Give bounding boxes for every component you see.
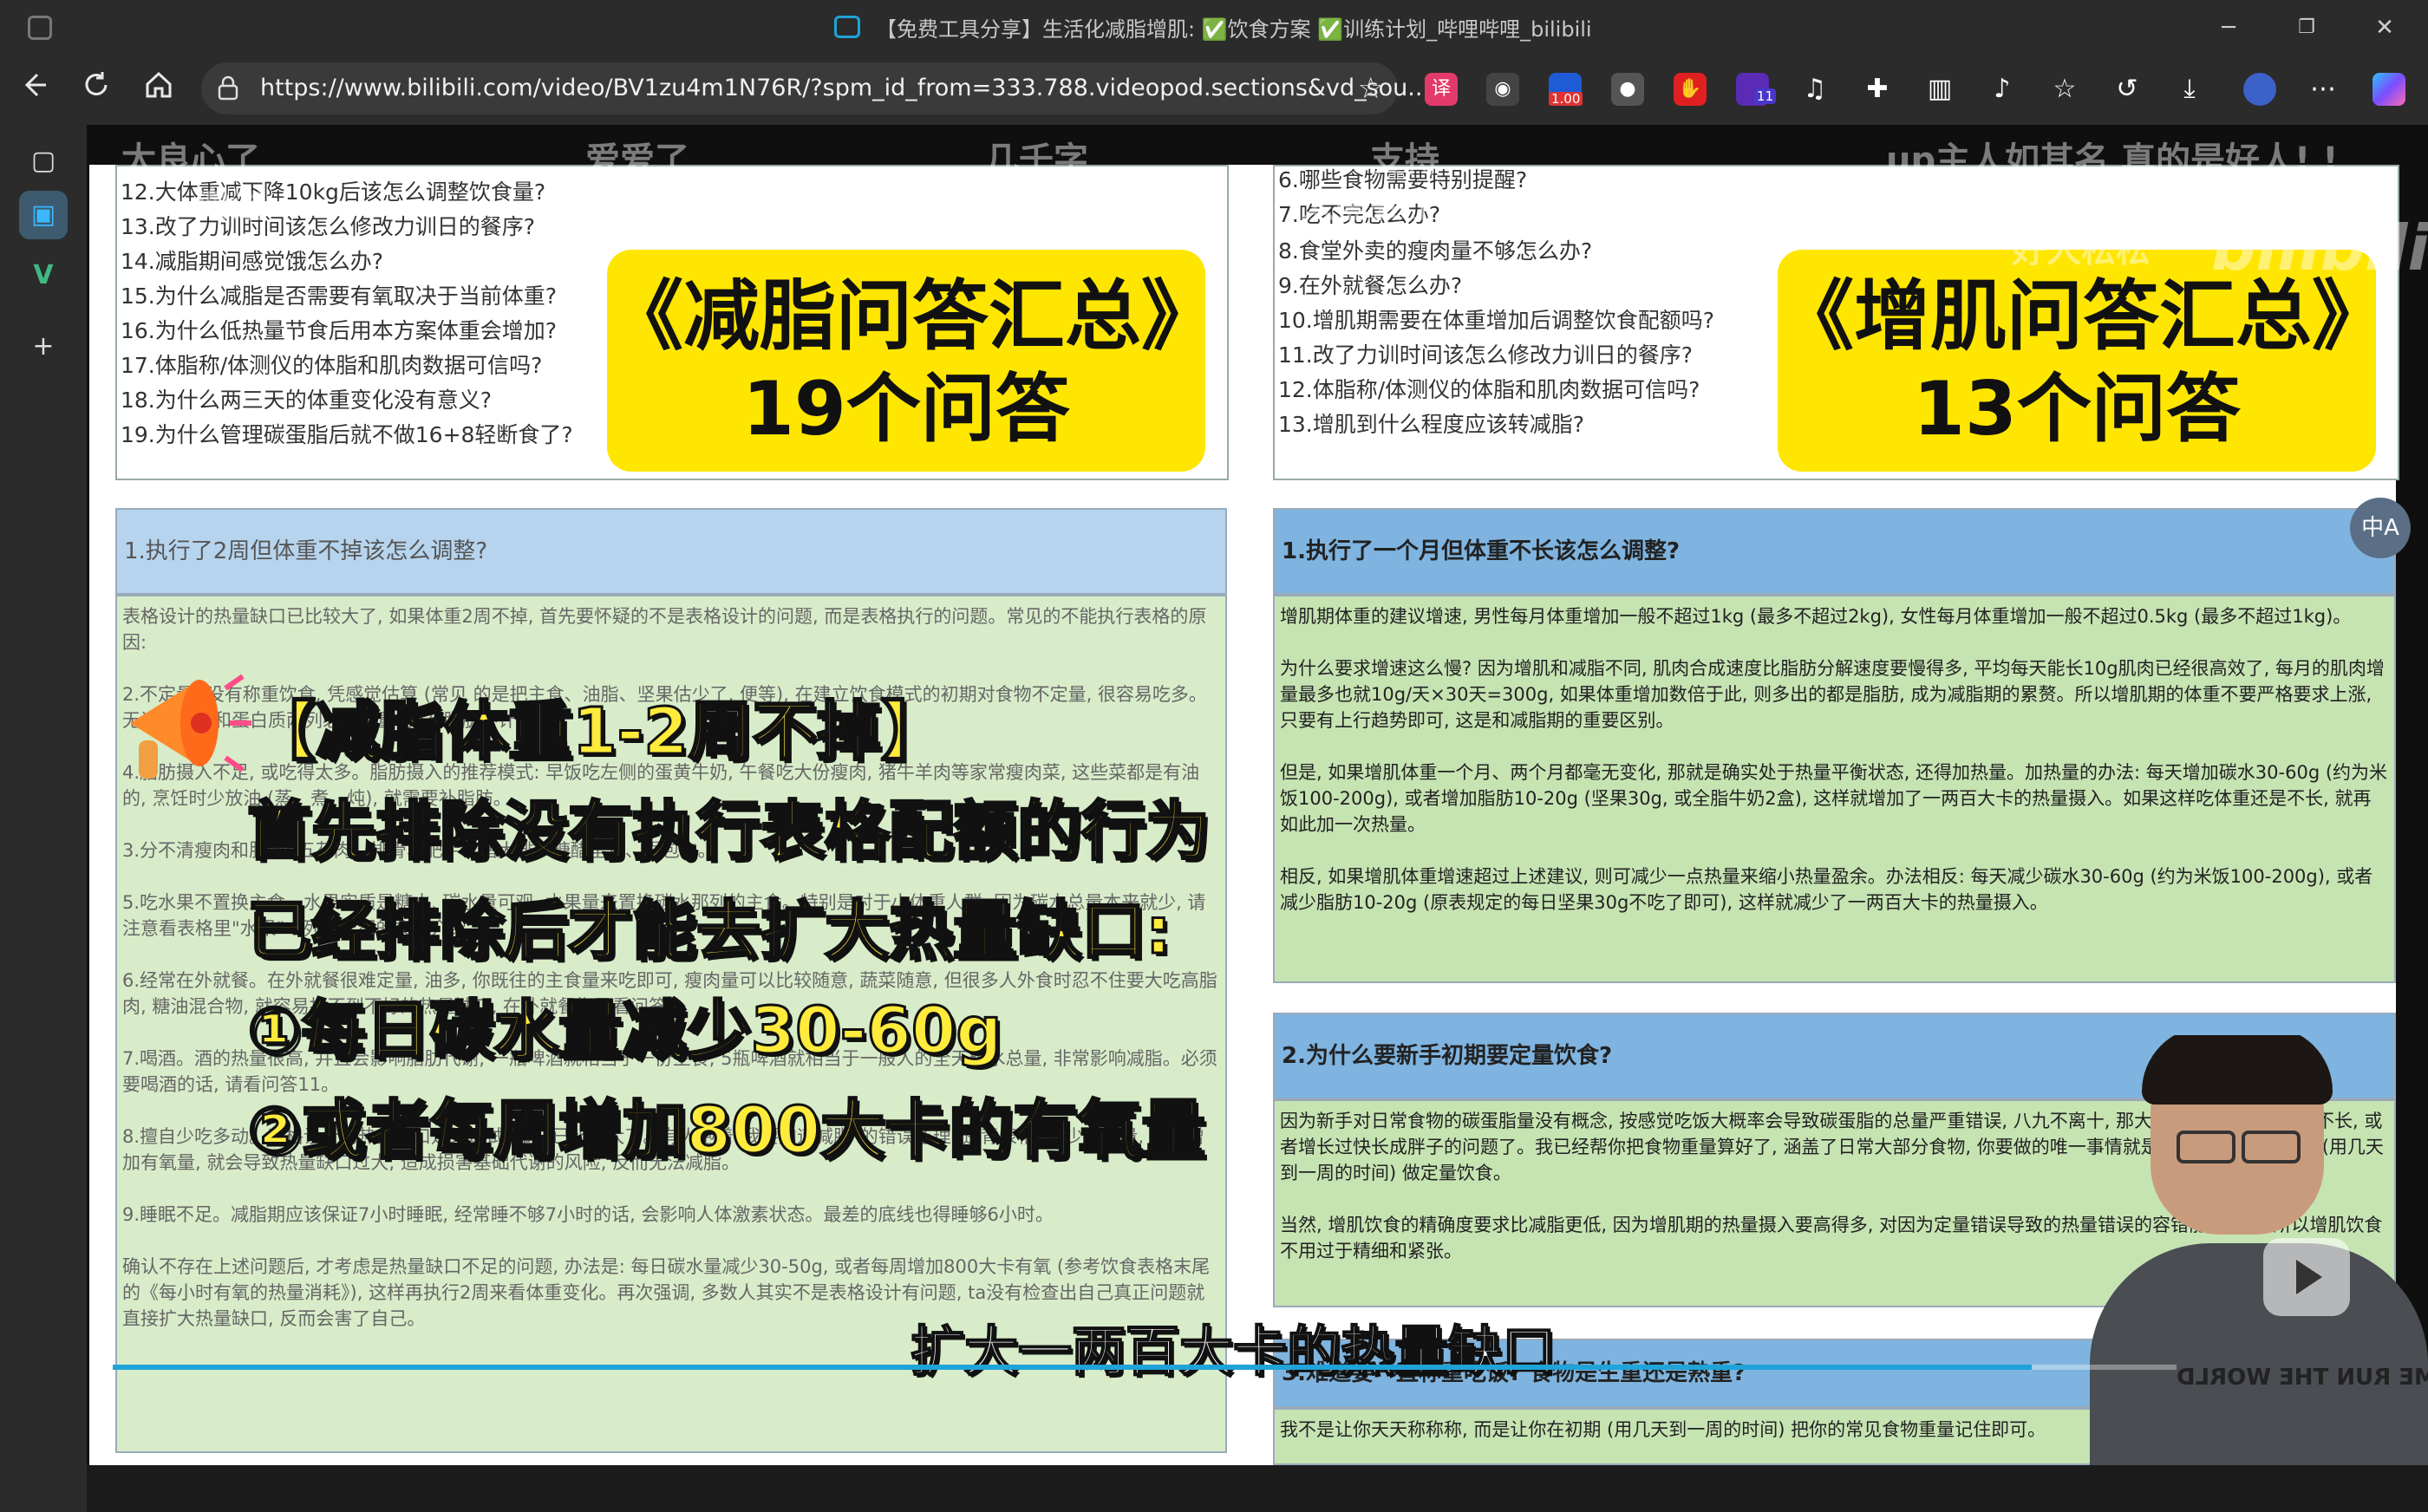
list-item: 17.体脂称/体测仪的体脂和肌肉数据可信吗? [121, 353, 543, 378]
list-item: 9.在外就餐怎么办? [1278, 273, 1463, 298]
list-item: 14.减脂期间感觉饿怎么办? [121, 249, 384, 274]
app-icon [28, 16, 52, 40]
answer-paragraph: 9.睡眠不足。减脂期应该保证7小时睡眠, 经常睡不够7小时的话, 会影响人体激素… [122, 1204, 1054, 1225]
list-item: 13.改了力训时间该怎么修改力训日的餐序? [121, 214, 536, 239]
play-icon[interactable] [2263, 1238, 2350, 1316]
favorites-icon[interactable]: ☆ [2048, 73, 2081, 106]
speed-badge: 1.00 [1549, 92, 1583, 106]
answer-paragraph: 增肌期体重的建议增速, 男性每月体重增加一般不超过1kg (最多不超过2kg),… [1280, 606, 2352, 627]
minimize-button[interactable]: ─ [2211, 12, 2246, 43]
back-button[interactable] [14, 69, 54, 109]
video-progress-bar[interactable] [113, 1365, 2177, 1370]
home-icon [146, 71, 172, 98]
close-button[interactable]: ✕ [2367, 12, 2402, 43]
profile-avatar-icon[interactable] [2243, 73, 2276, 106]
presenter-hair [2142, 1035, 2333, 1105]
danmaku-comment: 几千字 [984, 140, 1088, 180]
bilibili-watermark: bilibili [2211, 212, 2428, 284]
danmaku-comment: 谢谢 [195, 186, 264, 225]
downloads-icon[interactable]: ⤓ [2173, 73, 2206, 106]
more-menu-icon[interactable]: ⋯ [2307, 73, 2340, 106]
mask-extension-icon[interactable]: ● [1611, 73, 1644, 106]
video-player[interactable]: 12.大体重减下降10kg后该怎么调整饮食量? 13.改了力训时间该怎么修改力训… [87, 125, 2428, 1509]
list-item: 10.增肌期需要在体重增加后调整饮食配额吗? [1278, 308, 1715, 333]
address-bar[interactable]: https://www.bilibili.com/video/BV1zu4m1N… [201, 62, 1430, 114]
fatloss-question-list: 12.大体重减下降10kg后该怎么调整饮食量? 13.改了力训时间该怎么修改力训… [115, 165, 1229, 480]
translate-extension-icon[interactable]: 译 [1425, 73, 1458, 106]
glasses-right [2242, 1131, 2301, 1163]
browser-toolbar: https://www.bilibili.com/video/BV1zu4m1N… [0, 55, 2428, 125]
list-item: 12.体脂称/体测仪的体脂和肌肉数据可信吗? [1278, 377, 1700, 402]
extensions-puzzle-icon[interactable]: ✚ [1861, 73, 1894, 106]
red-extension-icon[interactable]: ✋ [1674, 73, 1707, 106]
back-arrow-icon [24, 73, 46, 97]
list-item: 16.为什么低热量节食后用本方案体重会增加? [121, 318, 558, 343]
badge-title: 《减脂问答汇总》 [607, 271, 1218, 361]
music-note-icon[interactable]: ♫ [1798, 73, 1831, 106]
list-item: 8.食堂外卖的瘦肉量不够怎么办? [1278, 238, 1593, 264]
list-item: 13.增肌到什么程度应该转减脂? [1278, 412, 1585, 437]
site-info-icon[interactable] [217, 75, 239, 101]
restore-button[interactable]: ❐ [2289, 12, 2324, 43]
list-item: 11.改了力训时间该怎么修改力训日的餐序? [1278, 342, 1694, 368]
musclegain-answer-body: 增肌期体重的建议增速, 男性每月体重增加一般不超过1kg (最多不超过2kg),… [1273, 595, 2396, 983]
window-titlebar: 【免费工具分享】生活化减脂增肌: ✅饮食方案 ✅训练计划_哔哩哔哩_bilibi… [0, 0, 2428, 55]
glasses-extension-icon[interactable]: ◉ [1486, 73, 1519, 106]
bilibili-tab-icon [834, 16, 860, 38]
answer-paragraph: 相反, 如果增肌体重增速超过上述建议, 则可减少一点热量来缩小热量盈余。办法相反… [1280, 866, 2373, 913]
megaphone-icon [130, 674, 251, 779]
split-screen-icon[interactable]: ▥ [1923, 73, 1956, 106]
overlay-heading: 【减脂体重1-2周不掉】 [251, 694, 947, 771]
copilot-icon[interactable] [2373, 73, 2405, 106]
danmaku-comment: up主人如其名 真的是好人! ! [1886, 140, 2339, 180]
url-text[interactable]: https://www.bilibili.com/video/BV1zu4m1N… [260, 75, 1430, 101]
speed-extension-icon[interactable]: 1.00 [1549, 73, 1583, 106]
list-item: 15.为什么减脂是否需要有氧取决于当前体重? [121, 284, 558, 309]
list-item: 18.为什么两三天的体重变化没有意义? [121, 388, 493, 413]
answer-paragraph: 为什么要求增速这么慢? 因为增肌和减脂不同, 肌肉合成速度比脂肪分解速度要慢得多… [1280, 658, 2385, 731]
answer-paragraph: 但是, 如果增肌体重一个月、两个月都毫无变化, 那就是确实处于热量平衡状态, 还… [1280, 762, 2388, 835]
new-tab-button[interactable]: + [19, 323, 68, 371]
overlay-line: 首先排除没有执行表格配额的行为 [246, 793, 1211, 870]
shirt-print: ME RUN THE WORLD [2177, 1365, 2428, 1391]
reload-button[interactable] [76, 69, 116, 109]
tab-bilibili[interactable]: ▣ [19, 191, 68, 239]
read-aloud-icon[interactable]: ♪ [1986, 73, 2019, 106]
window-title: 【免费工具分享】生活化减脂增肌: ✅饮食方案 ✅训练计划_哔哩哔哩_bilibi… [876, 17, 1592, 42]
purple-extension-icon[interactable]: 11 [1736, 73, 1776, 106]
video-subtitle: 扩大一两百大卡的热量缺口 [910, 1319, 1557, 1384]
badge-count: 13个问答 [1913, 366, 2241, 453]
musclegain-question-heading: 1.执行了一个月但体重不长该怎么调整? [1273, 508, 2396, 595]
translate-icon[interactable]: 中A [2350, 498, 2411, 558]
tab-actions-icon[interactable]: ▢ [19, 137, 68, 186]
glasses-left [2177, 1131, 2235, 1163]
fatloss-summary-badge: 《减脂问答汇总》 19个问答 [607, 250, 1218, 472]
player-control-bar[interactable] [87, 1465, 2428, 1512]
vertical-tab-sidebar: ▢ ▣ V + [0, 125, 87, 1512]
overlay-line: ②或者每周增加800大卡的有氧量 [245, 1092, 1206, 1170]
history-icon[interactable]: ↺ [2111, 73, 2144, 106]
extension-count-badge: 11 [1753, 88, 1776, 104]
progress-fill [113, 1365, 2033, 1370]
fatloss-question-heading: 1.执行了2周但体重不掉该怎么调整? [115, 508, 1227, 595]
home-button[interactable] [139, 69, 179, 109]
reload-icon [85, 72, 108, 95]
presenter-video: ME RUN THE WORLD [2090, 1035, 2428, 1509]
answer-paragraph: 表格设计的热量缺口已比较大了, 如果体重2周不掉, 首先要怀疑的不是表格设计的问… [122, 606, 1207, 653]
overlay-line: 已经排除后才能去扩大热量缺口: [246, 893, 1173, 970]
tab-vue[interactable]: V [19, 251, 68, 300]
danmaku-comment: 支持 [1370, 140, 1439, 180]
overlay-line: ①每日碳水量减少30-60g [245, 993, 1002, 1070]
favorite-star-icon[interactable]: ☆ [1358, 71, 1384, 106]
badge-count: 19个问答 [742, 366, 1070, 453]
list-item: 19.为什么管理碳蛋脂后就不做16+8轻断食了? [121, 422, 573, 447]
danmaku-comment: 太需要了 [1301, 186, 1439, 225]
danmaku-comment: 太良心了 [121, 140, 260, 180]
danmaku-comment: 爱爱了 [585, 140, 689, 180]
danmaku-comment: 好人松松 [2012, 231, 2151, 270]
